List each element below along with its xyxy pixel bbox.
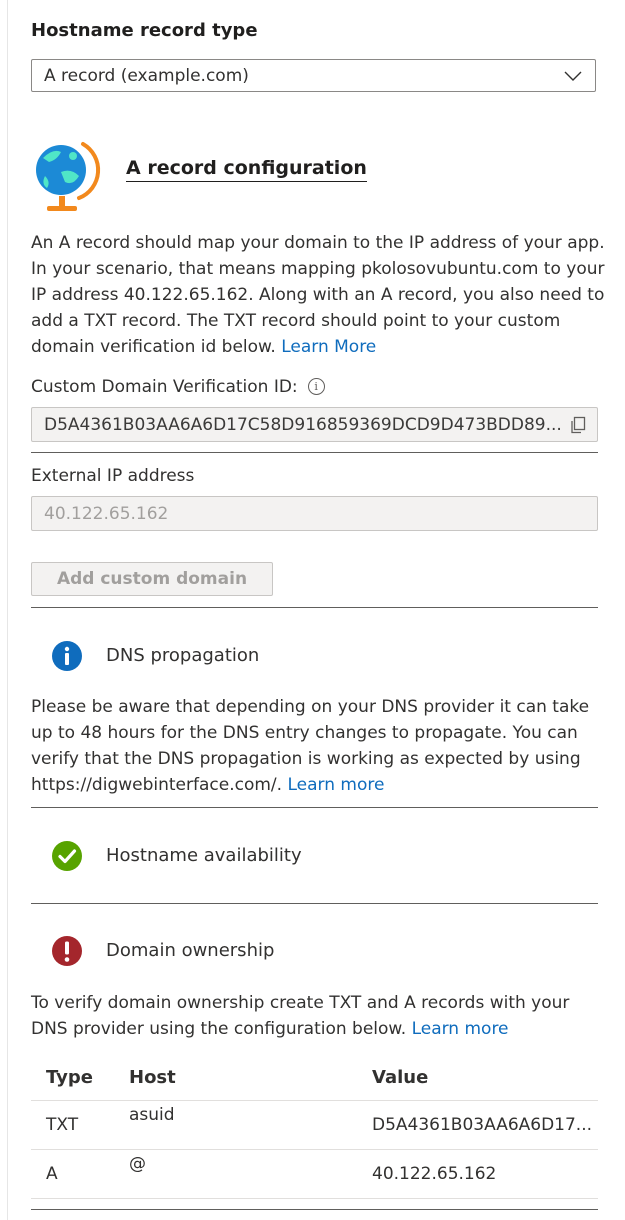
record-host-value: @ [129,1154,146,1174]
verification-id-label-row: Custom Domain Verification ID: i [31,377,325,397]
record-type-cell: TXT [31,1100,129,1150]
external-ip-label: External IP address [31,466,195,486]
external-ip-value: 40.122.65.162 [44,503,169,524]
add-custom-domain-button[interactable]: Add custom domain [31,562,273,596]
section-divider [31,903,598,904]
dns-records-table: Type Host Value TXT asuid D5A4361B03AA6A… [31,1055,598,1199]
record-host-value: asuid [129,1105,175,1125]
section-divider [31,1209,598,1210]
dns-propagation-description: Please be aware that depending on your D… [31,694,606,798]
learn-more-link[interactable]: Learn more [412,1019,509,1039]
table-header-row: Type Host Value [31,1055,598,1101]
verification-id-field[interactable]: D5A4361B03AA6A6D17C58D916859369DCD9D473B… [31,407,598,442]
hostname-availability-title: Hostname availability [106,845,302,866]
record-host-cell: @ [129,1149,372,1199]
record-value-cell: 40.122.65.162 [372,1149,598,1199]
verification-id-value: D5A4361B03AA6A6D17C58D916859369DCD9D473B… [44,414,562,435]
domain-ownership-description: To verify domain ownership create TXT an… [31,990,606,1042]
section-divider [31,807,598,808]
external-ip-field[interactable]: 40.122.65.162 [31,496,598,531]
column-header-value: Value [372,1067,429,1088]
hostname-record-type-label: Hostname record type [31,20,258,41]
a-record-configuration-title: A record configuration [126,156,367,182]
domain-ownership-title: Domain ownership [106,940,275,961]
globe-icon [36,142,101,211]
chevron-down-icon [564,71,582,81]
copy-icon[interactable] [569,416,587,434]
a-record-description: An A record should map your domain to th… [31,230,606,360]
record-host-cell: asuid [129,1100,372,1150]
error-circle-icon [52,936,82,966]
hostname-record-type-dropdown[interactable]: A record (example.com) [31,59,596,92]
check-circle-icon [52,841,82,871]
column-header-host: Host [129,1067,176,1088]
learn-more-link[interactable]: Learn More [281,337,376,357]
table-row: TXT asuid D5A4361B03AA6A6D17... [31,1100,598,1150]
record-value-cell: D5A4361B03AA6A6D17... [372,1100,598,1150]
section-divider [31,607,598,608]
table-row: A @ 40.122.65.162 [31,1149,598,1199]
verification-id-label: Custom Domain Verification ID: [31,377,298,397]
info-icon[interactable]: i [307,378,325,395]
section-divider [31,452,598,453]
dropdown-selected-value: A record (example.com) [44,65,249,86]
left-panel-divider [7,0,8,1220]
learn-more-link[interactable]: Learn more [287,775,384,795]
info-circle-icon [52,641,82,671]
record-type-cell: A [31,1149,129,1199]
column-header-type: Type [46,1067,93,1088]
dns-propagation-title: DNS propagation [106,645,260,666]
